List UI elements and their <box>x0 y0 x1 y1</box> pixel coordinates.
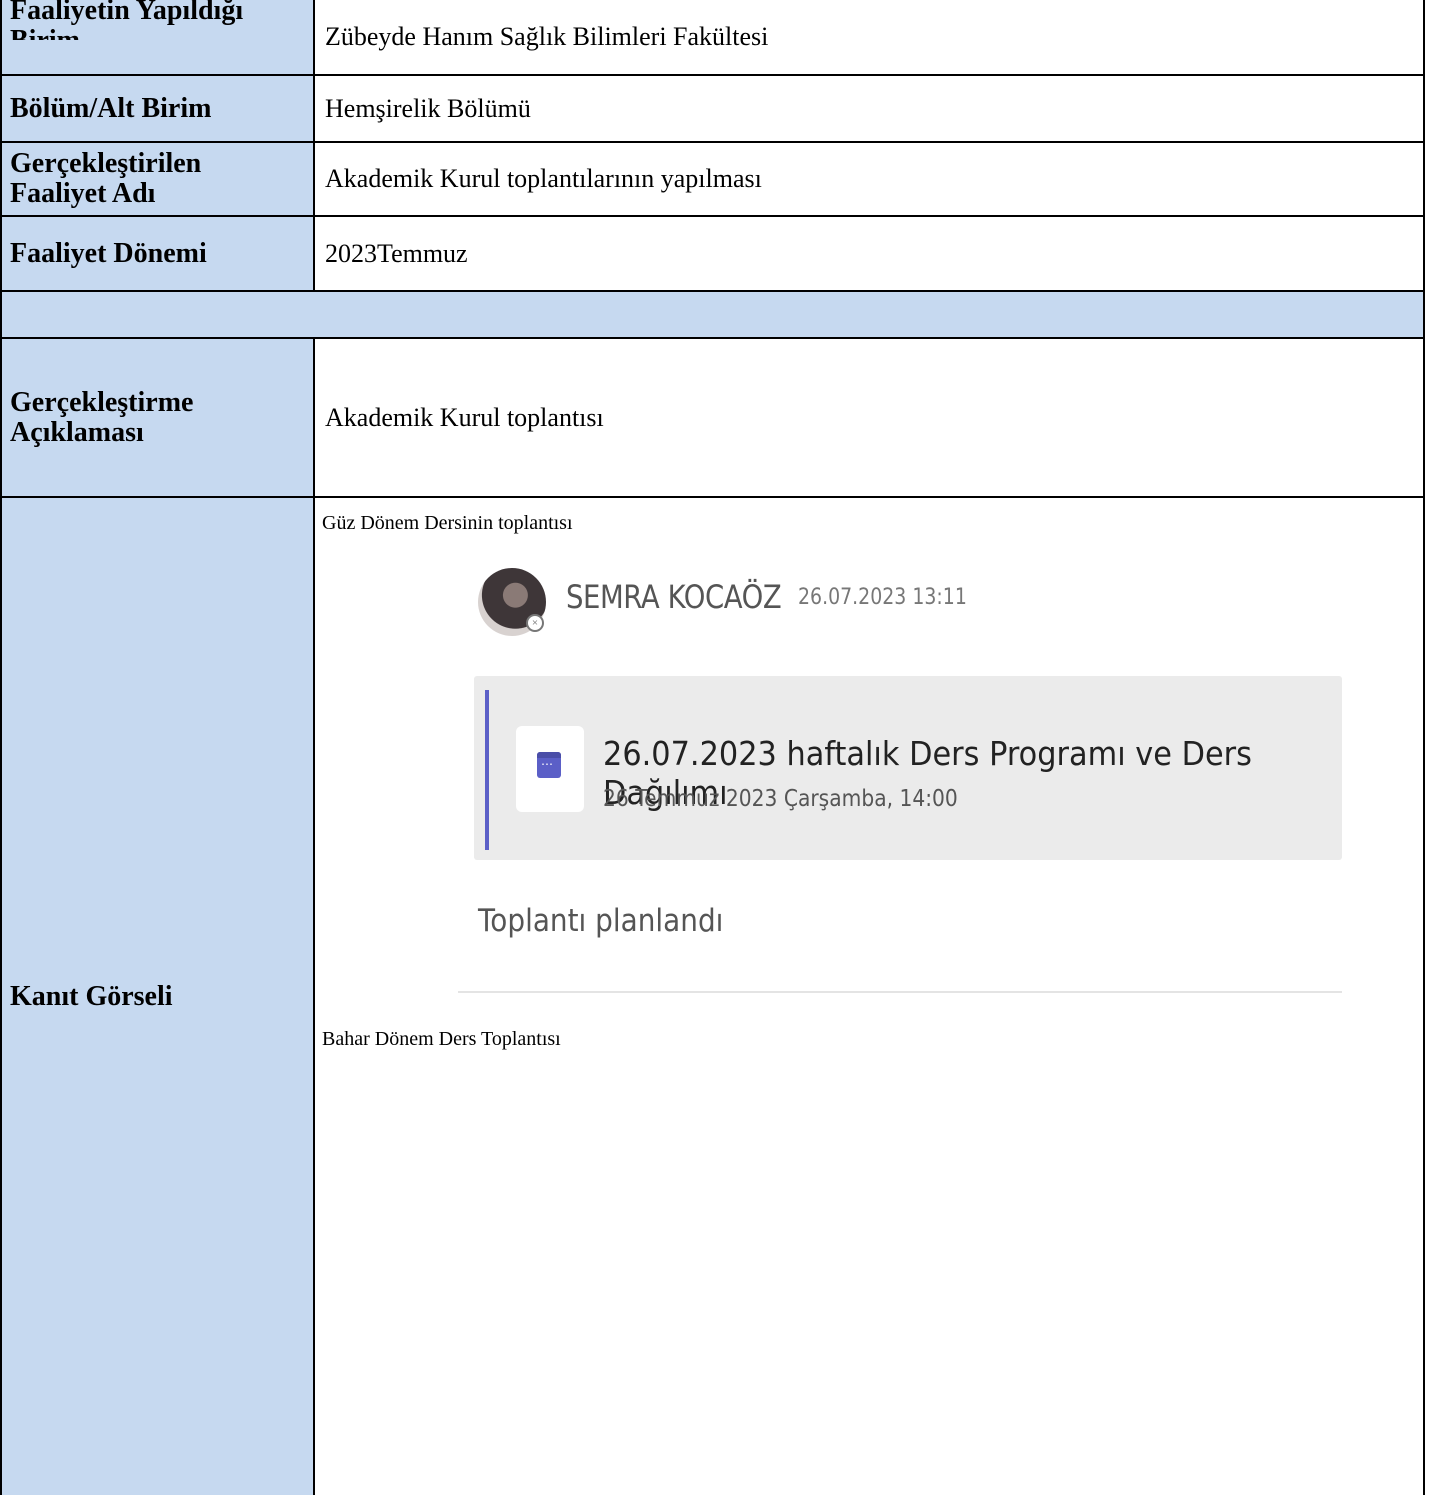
table-border <box>1423 0 1425 1495</box>
table-border <box>0 337 1425 339</box>
label-department: Bölüm/Alt Birim <box>10 92 212 124</box>
screenshot-divider <box>458 991 1342 993</box>
label-evidence: Kanıt Görseli <box>10 980 173 1012</box>
label-cell-department: Bölüm/Alt Birim <box>2 76 313 141</box>
label-activity-name: Gerçekleştirilen Faaliyet Adı <box>10 148 202 209</box>
value-cell-description: Akademik Kurul toplantısı <box>315 339 1423 496</box>
table-border <box>313 337 315 1495</box>
value-description: Akademik Kurul toplantısı <box>325 402 604 432</box>
sender-name: SEMRA KOCAÖZ <box>566 578 782 616</box>
table-border <box>0 496 1425 498</box>
caption-spring-meeting: Bahar Dönem Ders Toplantısı <box>322 1028 561 1050</box>
calendar-icon <box>537 752 561 778</box>
table-border <box>0 74 1425 76</box>
value-activity-name: Akademik Kurul toplantılarının yapılması <box>325 164 762 193</box>
meeting-card-accent <box>485 690 489 850</box>
label-cell-description: Gerçekleştirme Açıklaması <box>2 339 313 496</box>
table-border <box>0 290 1425 292</box>
label-description: Gerçekleştirme Açıklaması <box>10 386 194 448</box>
table-border <box>313 0 315 290</box>
label-cell-unit: Faaliyetin Yapıldığı Birim <box>2 0 313 56</box>
value-cell-department: Hemşirelik Bölümü <box>315 76 1423 141</box>
value-cell-activity-name: Akademik Kurul toplantılarının yapılması <box>315 143 1423 215</box>
status-offline-icon: × <box>526 614 544 632</box>
caption-fall-meeting: Güz Dönem Dersinin toplantısı <box>322 512 573 534</box>
section-separator-band <box>2 292 1423 337</box>
label-cell-unit-fill <box>2 40 313 74</box>
table-border <box>0 215 1425 217</box>
label-cell-evidence: Kanıt Görseli <box>2 498 313 1495</box>
table-border <box>0 141 1425 143</box>
value-cell-unit: Zübeyde Hanım Sağlık Bilimleri Fakültesi <box>315 0 1423 74</box>
sent-timestamp: 26.07.2023 13:11 <box>798 585 967 610</box>
table-border <box>0 0 2 1495</box>
meeting-status: Toplantı planlandı <box>478 903 724 939</box>
value-unit: Zübeyde Hanım Sağlık Bilimleri Fakültesi <box>325 22 769 51</box>
value-cell-period: 2023Temmuz <box>315 217 1423 290</box>
value-department: Hemşirelik Bölümü <box>325 93 531 123</box>
label-cell-period: Faaliyet Dönemi <box>2 217 313 290</box>
value-period: 2023Temmuz <box>325 238 468 268</box>
meeting-time: 26 Temmuz 2023 Çarşamba, 14:00 <box>603 786 958 812</box>
label-period: Faaliyet Dönemi <box>10 237 207 269</box>
label-cell-activity-name: Gerçekleştirilen Faaliyet Adı <box>2 143 313 215</box>
